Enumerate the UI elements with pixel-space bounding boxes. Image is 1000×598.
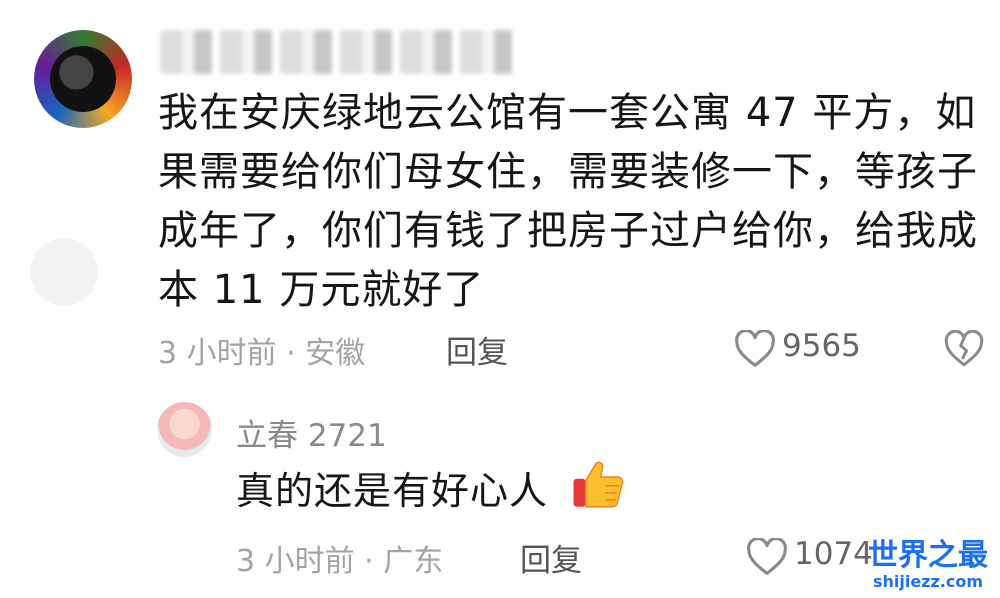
watermark-title: 世界之最 bbox=[868, 538, 988, 573]
reply-meta: 3 小时前 · 广东 bbox=[236, 544, 444, 579]
heart-outline-icon[interactable] bbox=[746, 538, 788, 576]
watermark: 世界之最 shijiezz.com bbox=[858, 540, 998, 598]
reply-text: 真的还是有好心人 bbox=[236, 469, 549, 513]
heart-outline-icon[interactable] bbox=[734, 330, 776, 368]
reply-avatar[interactable] bbox=[157, 402, 212, 457]
comment-meta: 3 小时前 · 安徽 bbox=[158, 336, 366, 371]
thumbs-up-icon bbox=[573, 461, 624, 508]
avatar[interactable] bbox=[34, 30, 132, 128]
reply-username[interactable]: 立春 2721 bbox=[236, 410, 387, 455]
reply-button[interactable]: 回复 bbox=[446, 327, 508, 372]
watermark-url: shijiezz.com bbox=[872, 572, 984, 591]
username-blurred[interactable] bbox=[160, 30, 520, 74]
like-count: 9565 bbox=[782, 328, 861, 364]
reply-button-nested[interactable]: 回复 bbox=[520, 535, 582, 580]
comment-text: 我在安庆绿地云公馆有一套公寓 47 平方，如果需要给你们母女住，需要装修一下，等… bbox=[158, 90, 978, 313]
broken-heart-icon[interactable] bbox=[944, 330, 984, 368]
faded-avatar-placeholder bbox=[30, 238, 98, 306]
